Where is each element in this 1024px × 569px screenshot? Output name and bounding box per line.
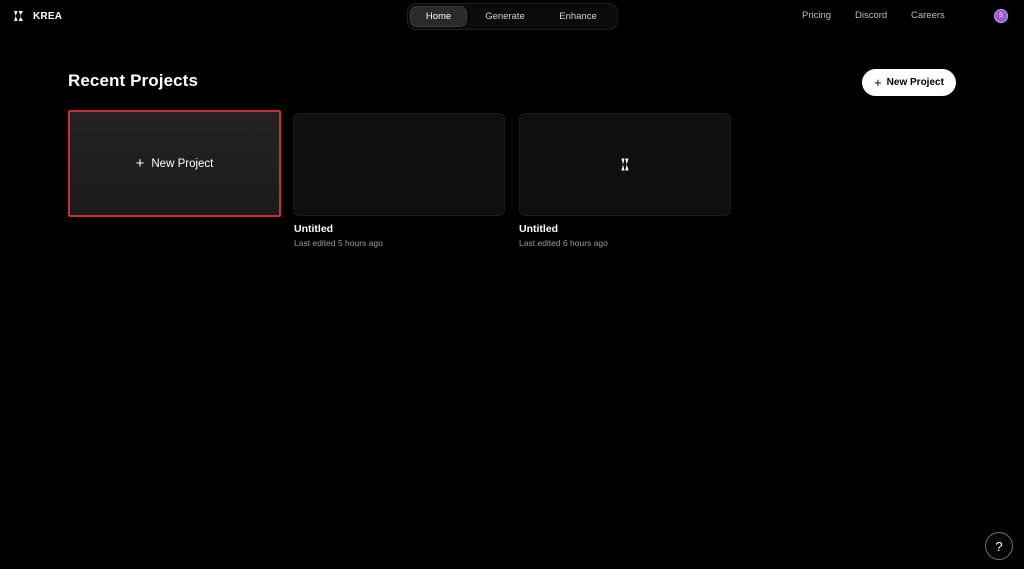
new-project-card[interactable]: + New Project: [68, 110, 281, 217]
help-icon: ?: [995, 538, 1003, 554]
main-tabs: Home Generate Enhance: [407, 3, 618, 30]
tab-generate[interactable]: Generate: [467, 6, 543, 27]
new-project-card-label: New Project: [151, 157, 214, 170]
krea-logo-icon: [621, 158, 629, 171]
tab-enhance[interactable]: Enhance: [543, 6, 613, 27]
krea-logo-icon: [14, 11, 23, 21]
nav-discord-link[interactable]: Discord: [855, 9, 887, 23]
new-project-button-label: New Project: [886, 77, 944, 88]
page-title: Recent Projects: [68, 71, 198, 90]
new-project-button[interactable]: + New Project: [862, 69, 956, 96]
project-card-title[interactable]: Untitled: [519, 223, 558, 235]
help-button[interactable]: ?: [985, 532, 1013, 560]
brand-link[interactable]: KREA: [13, 9, 62, 23]
nav-careers-link[interactable]: Careers: [911, 9, 945, 23]
project-card-meta: Last edited 6 hours ago: [519, 238, 608, 248]
brand-name: KREA: [33, 10, 63, 22]
project-card-title[interactable]: Untitled: [294, 223, 333, 235]
project-card-thumbnail[interactable]: [519, 113, 731, 216]
plus-icon: +: [135, 154, 145, 172]
plus-icon: +: [874, 74, 882, 90]
tab-home[interactable]: Home: [410, 6, 467, 27]
project-card-meta: Last edited 5 hours ago: [294, 238, 383, 248]
nav-pricing-link[interactable]: Pricing: [802, 9, 831, 23]
user-avatar[interactable]: S: [994, 9, 1008, 23]
krea-home-page: KREA Home Generate Enhance Pricing Disco…: [0, 0, 1024, 569]
project-card-thumbnail[interactable]: [293, 113, 505, 216]
